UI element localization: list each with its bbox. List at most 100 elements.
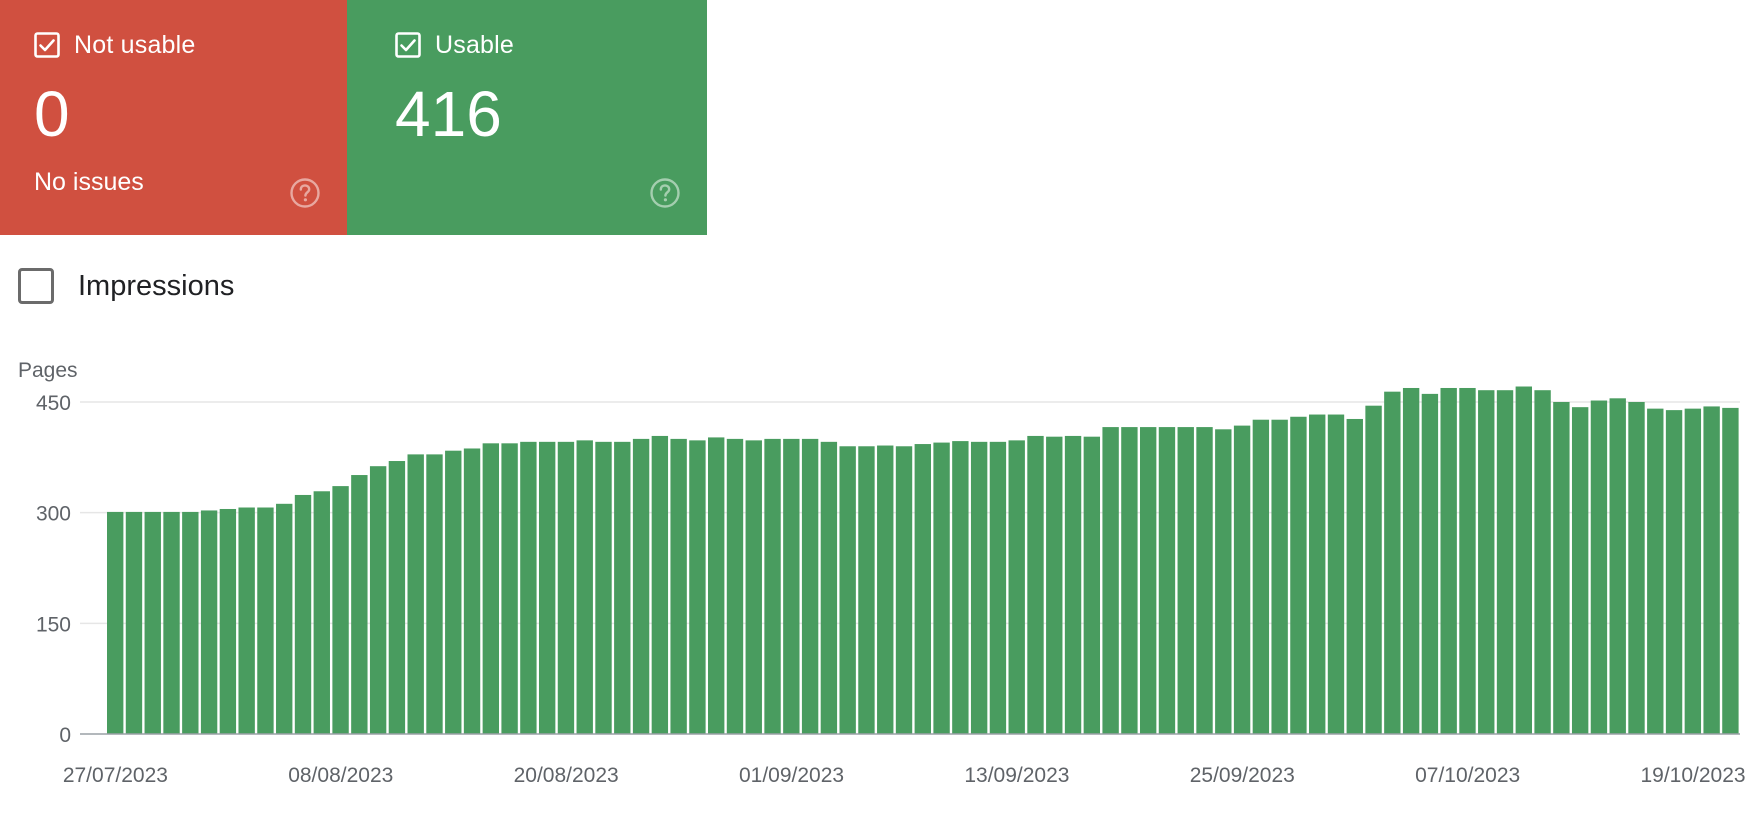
help-icon[interactable]	[289, 177, 321, 209]
chart-bar	[1215, 429, 1232, 734]
x-tick-label: 13/09/2023	[964, 764, 1069, 787]
chart-bar	[1384, 391, 1401, 734]
chart-bar	[445, 450, 462, 734]
chart-bar	[1534, 390, 1551, 734]
chart-bar	[1478, 390, 1495, 734]
chart-bar	[1046, 436, 1063, 734]
chart-bar	[1008, 440, 1025, 734]
chart-bar	[933, 442, 950, 734]
chart-bar	[858, 446, 875, 734]
chart-bar	[1665, 410, 1683, 734]
chart-bar	[1290, 416, 1307, 734]
chart-bar	[576, 440, 593, 734]
chart-bar	[952, 441, 969, 734]
chart-bar	[1628, 402, 1645, 734]
x-tick-label: 25/09/2023	[1190, 764, 1295, 787]
pages-bar-chart: Pages 450 300 150 0 27/07/2023 08/08/2023 20/08…	[18, 359, 1746, 787]
chart-bar	[783, 438, 800, 734]
not-usable-card[interactable]: Not usable 0 No issues	[0, 0, 347, 235]
chart-bar	[726, 438, 744, 734]
chart-bar	[1722, 407, 1739, 734]
chart-bar	[463, 448, 481, 734]
chart-bar	[1421, 393, 1439, 734]
chart-bar	[332, 486, 349, 734]
chart-bar	[670, 438, 687, 734]
chart-bar	[1327, 414, 1345, 734]
not-usable-label: Not usable	[74, 30, 196, 59]
chart-bar	[1346, 418, 1363, 734]
chart-bar	[1365, 405, 1382, 734]
chart-bar	[501, 443, 518, 734]
x-tick-label: 07/10/2023	[1415, 764, 1520, 787]
chart-bar	[313, 491, 330, 734]
chart-bar	[801, 438, 819, 734]
chart-bar	[1609, 398, 1626, 734]
chart-bar	[276, 503, 293, 734]
chart-bar	[1703, 406, 1720, 734]
chart-bar	[1233, 425, 1251, 734]
chart-bar	[989, 441, 1007, 734]
x-tick-label: 08/08/2023	[288, 764, 393, 787]
chart-bar	[895, 446, 913, 734]
impressions-label: Impressions	[78, 269, 235, 302]
y-tick-label: 150	[36, 613, 71, 636]
chart-bar	[839, 446, 856, 734]
y-tick-label: 300	[36, 503, 71, 526]
chart-bar	[877, 445, 894, 734]
chart-bar	[163, 511, 180, 734]
chart-bar	[1647, 408, 1664, 734]
chart-bar	[1571, 407, 1589, 734]
chart-bar	[1196, 427, 1213, 734]
chart-bar	[651, 435, 669, 734]
chart-bar	[144, 511, 161, 734]
chart-bar	[538, 441, 556, 734]
chart-bar	[1083, 436, 1101, 734]
chart-bar	[764, 438, 781, 734]
x-tick-label: 01/09/2023	[739, 764, 844, 787]
x-tick-label: 27/07/2023	[63, 764, 168, 787]
chart-bar	[1158, 427, 1176, 734]
chart-bar	[708, 437, 725, 734]
chart-bar	[1440, 387, 1457, 734]
chart-bar	[520, 441, 537, 734]
chart-bar	[1515, 386, 1532, 734]
chart-bar	[426, 454, 443, 734]
chart-bar	[1496, 390, 1514, 734]
chart-bar	[914, 444, 931, 734]
chart-bar	[1027, 435, 1044, 734]
chart-bar	[595, 441, 612, 734]
impressions-toggle[interactable]: Impressions	[18, 268, 234, 304]
chart-bar	[219, 508, 237, 734]
y-axis-label: Pages	[18, 359, 78, 382]
chart-bar	[200, 510, 218, 734]
chart-bar	[557, 441, 575, 734]
usable-card-header: Usable	[395, 28, 707, 62]
usable-label: Usable	[435, 30, 515, 59]
chart-bar	[257, 507, 274, 734]
chart-bar	[369, 466, 387, 734]
chart-bar	[820, 441, 838, 734]
chart-bar	[1271, 419, 1288, 734]
impressions-checkbox[interactable]	[18, 268, 54, 304]
not-usable-count: 0	[34, 78, 70, 150]
help-icon[interactable]	[649, 177, 681, 209]
chart-bar	[1590, 400, 1608, 734]
chart-bar	[1459, 387, 1476, 734]
chart-bar	[351, 475, 368, 734]
chart-bar	[107, 511, 124, 734]
chart-bar	[1064, 435, 1082, 734]
checkbox-checked-icon[interactable]	[34, 32, 60, 58]
chart-bar	[482, 443, 500, 734]
usable-card[interactable]: Usable 416	[347, 0, 707, 235]
chart-bar	[970, 441, 988, 734]
y-tick-label: 450	[36, 392, 71, 415]
chart-bar	[1402, 387, 1420, 734]
chart-bar	[1252, 419, 1270, 734]
chart-bar	[1553, 402, 1570, 734]
chart-bar	[1309, 414, 1326, 734]
chart-bar	[614, 441, 631, 734]
checkbox-checked-icon[interactable]	[395, 32, 421, 58]
chart-bar	[1684, 408, 1702, 734]
chart-bar	[1121, 427, 1138, 734]
chart-bar	[689, 440, 706, 734]
